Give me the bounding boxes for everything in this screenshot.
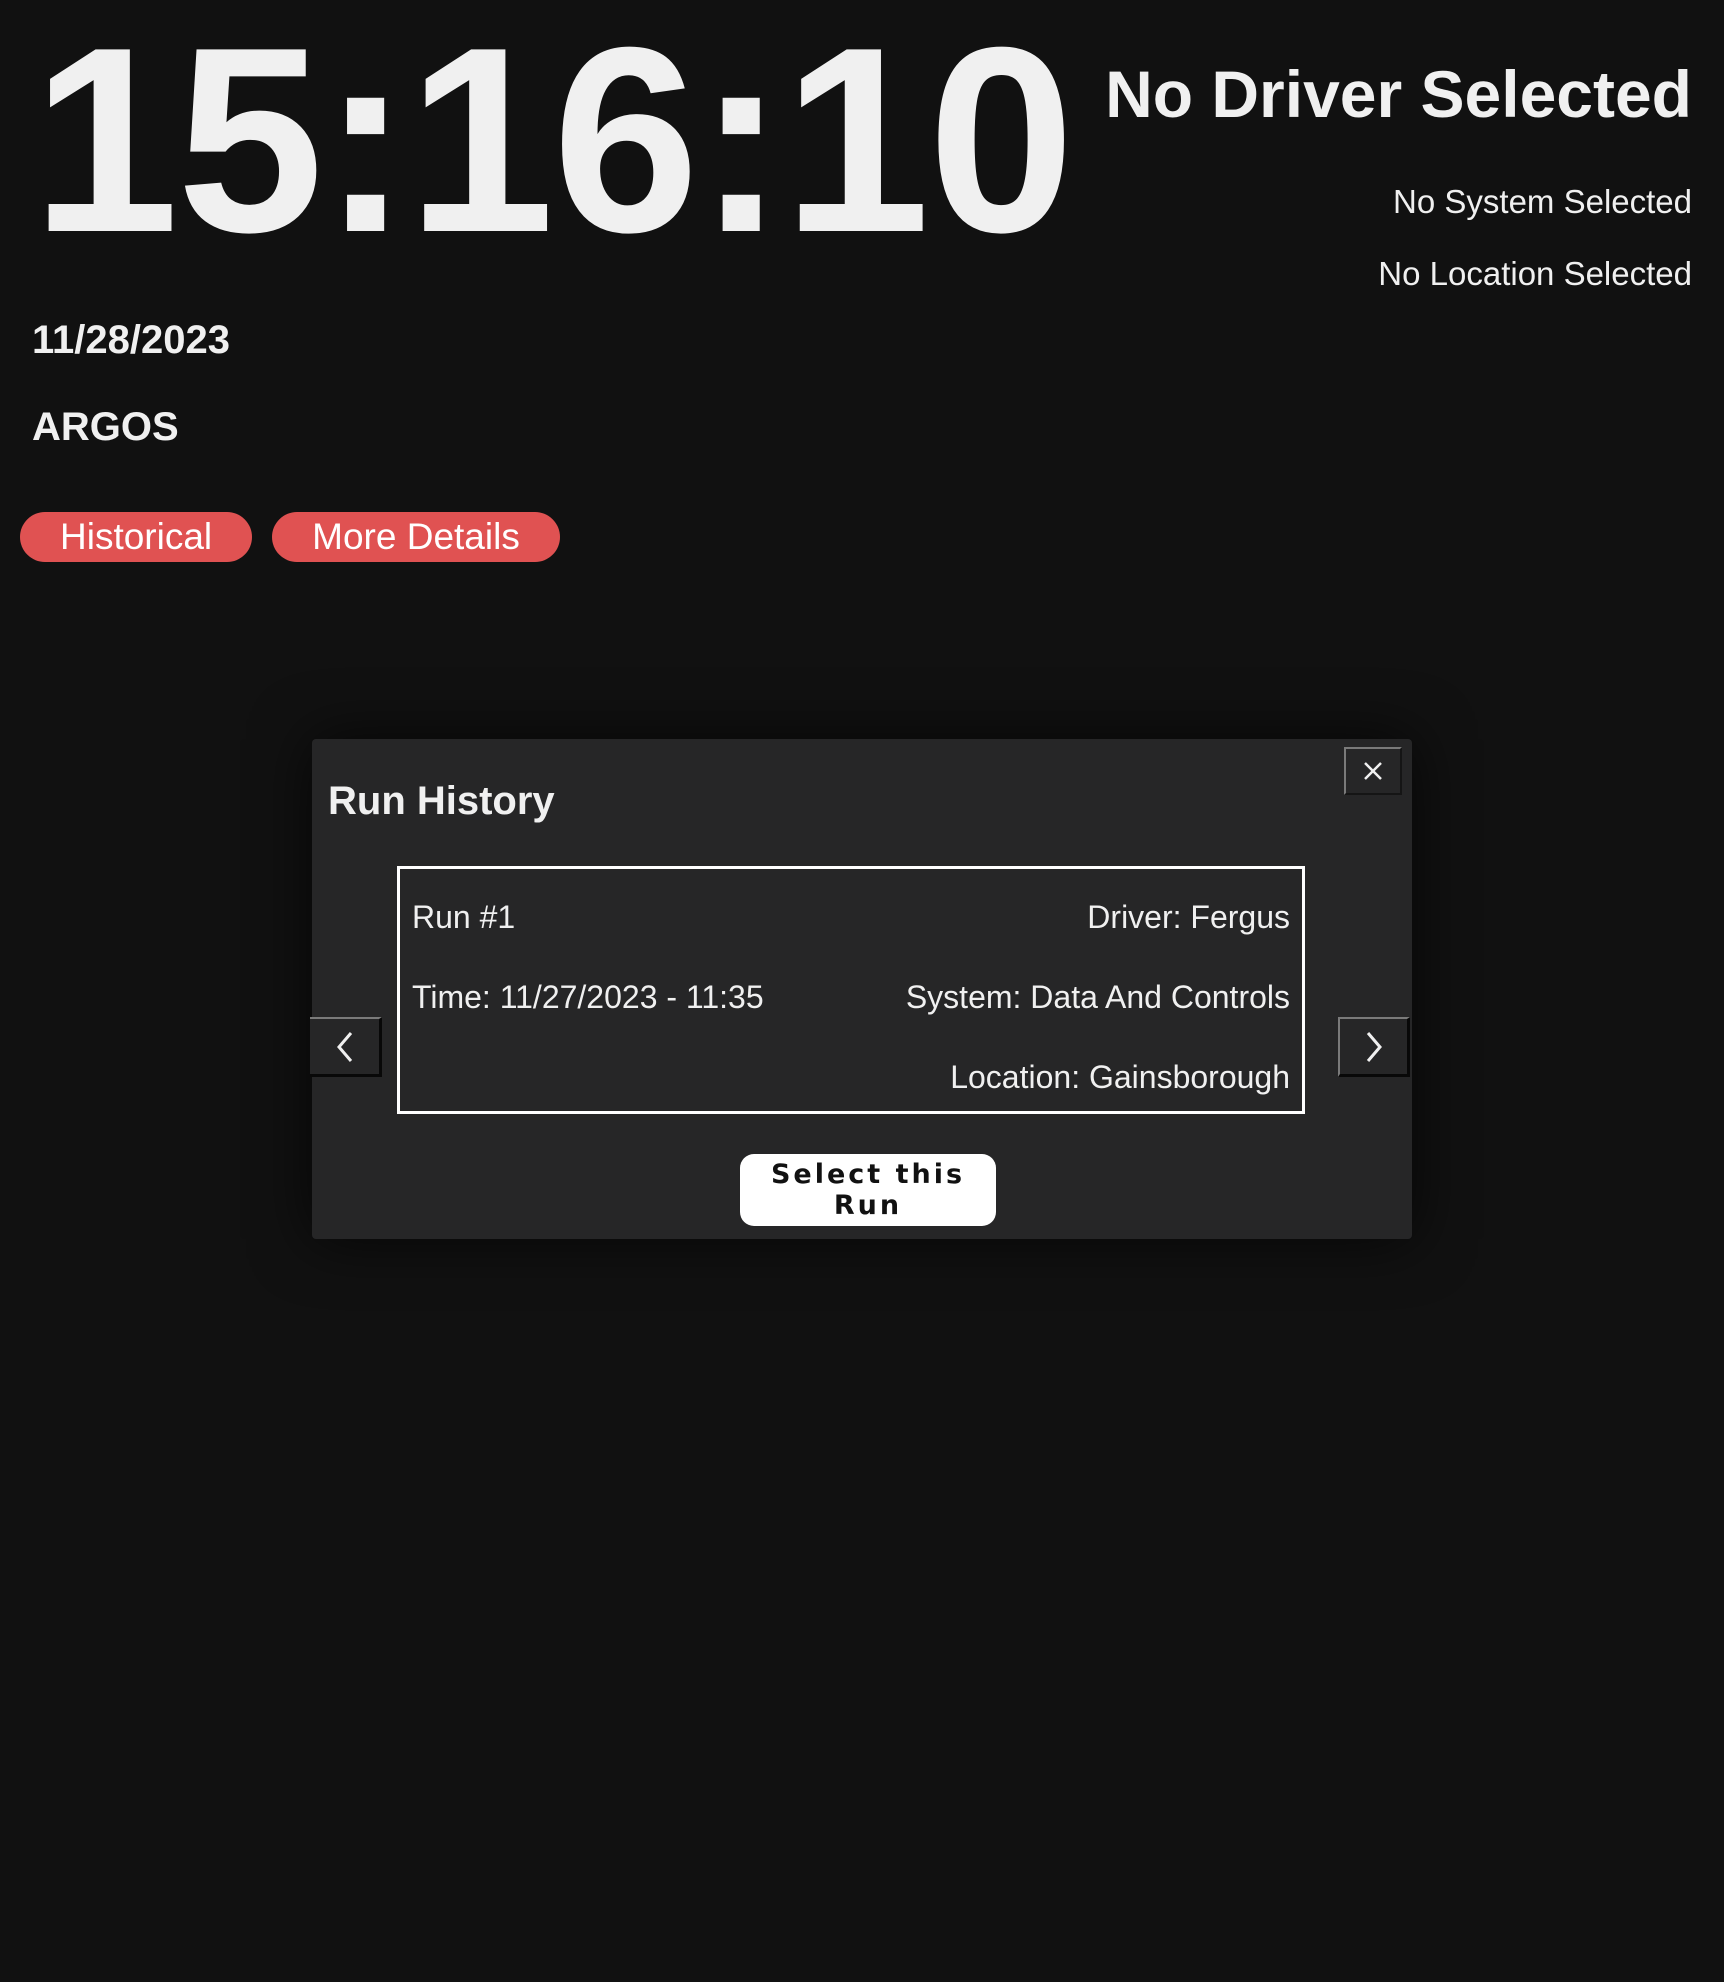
- current-date: 11/28/2023: [32, 318, 230, 362]
- chevron-left-icon: [336, 1031, 352, 1062]
- select-run-button[interactable]: Select this Run: [740, 1154, 996, 1226]
- clock-display: 15:16:10: [32, 0, 1075, 287]
- run-history-modal: Run History Run #1 Time: 11/27/2023 - 11…: [310, 739, 1412, 1239]
- previous-run-button[interactable]: [310, 1017, 382, 1077]
- run-card: Run #1 Time: 11/27/2023 - 11:35 Driver: …: [397, 866, 1305, 1114]
- chevron-right-icon: [1366, 1031, 1382, 1062]
- next-run-button[interactable]: [1338, 1017, 1410, 1077]
- close-icon: [1364, 762, 1382, 780]
- modal-title: Run History: [328, 779, 555, 823]
- app-name: ARGOS: [32, 405, 179, 449]
- close-button[interactable]: [1344, 747, 1402, 795]
- dashboard-page: 15:16:10 11/28/2023 ARGOS No Driver Sele…: [0, 0, 1724, 1982]
- run-location: Location: Gainsborough: [950, 1059, 1290, 1095]
- run-driver: Driver: Fergus: [1087, 899, 1290, 935]
- action-buttons: Historical More Details: [20, 512, 560, 562]
- run-number: Run #1: [412, 899, 516, 935]
- run-time: Time: 11/27/2023 - 11:35: [412, 979, 764, 1015]
- location-status: No Location Selected: [1378, 254, 1692, 292]
- system-status: No System Selected: [1393, 182, 1692, 220]
- run-system: System: Data And Controls: [905, 979, 1290, 1015]
- selection-status: No Driver Selected No System Selected No…: [1105, 58, 1692, 293]
- driver-status: No Driver Selected: [1105, 57, 1692, 131]
- historical-button[interactable]: Historical: [20, 512, 253, 562]
- more-details-button[interactable]: More Details: [272, 512, 560, 562]
